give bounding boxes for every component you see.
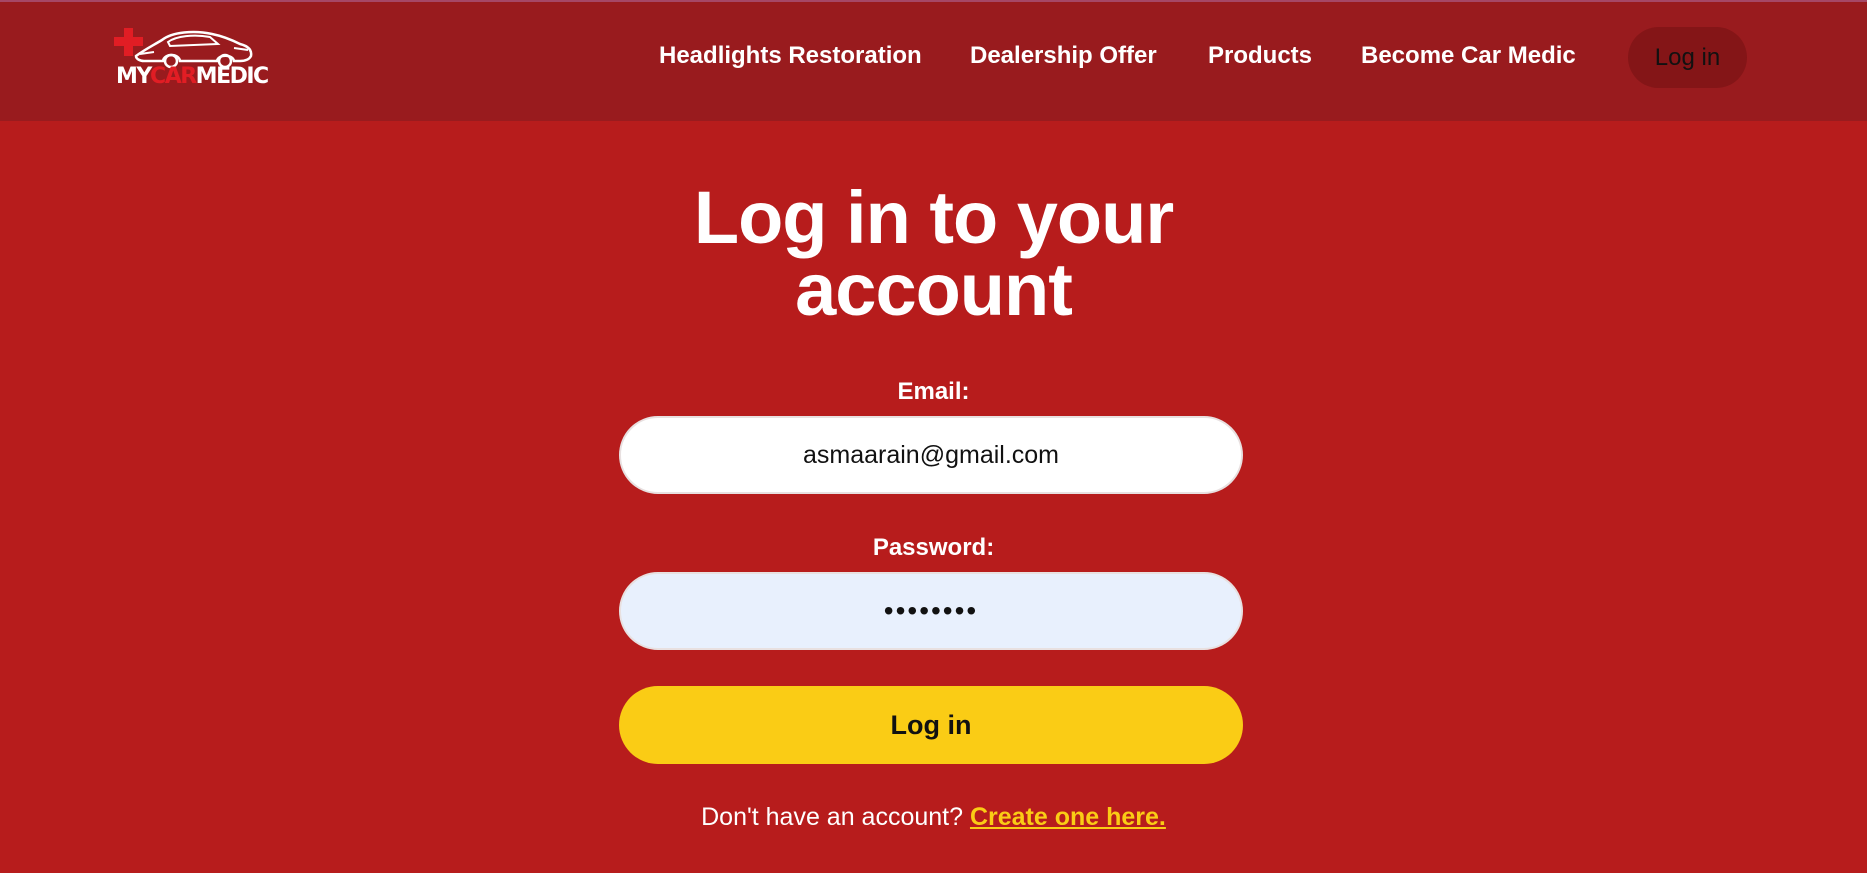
page-title: Log in to your account	[0, 176, 1867, 331]
nav-headlights-restoration[interactable]: Headlights Restoration	[659, 42, 922, 70]
logo-text-car: CAR	[150, 64, 197, 89]
top-navigation-bar: MYCARMEDIC Headlights Restoration Dealer…	[0, 0, 1867, 121]
header-login-button[interactable]: Log in	[1628, 27, 1747, 88]
signup-prompt: Don't have an account? Create one here.	[0, 803, 1867, 832]
email-label: Email:	[897, 378, 970, 405]
email-field[interactable]: asmaarain@gmail.com	[619, 416, 1243, 494]
nav-products[interactable]: Products	[1208, 42, 1312, 70]
page-title-line-2: account	[795, 248, 1073, 331]
logo-text-medic: MEDIC	[195, 64, 270, 89]
login-submit-button[interactable]: Log in	[619, 686, 1243, 764]
page-title-line-1: Log in to your	[693, 176, 1174, 259]
site-logo[interactable]: MYCARMEDIC	[114, 26, 269, 92]
email-value: asmaarain@gmail.com	[802, 440, 1060, 469]
password-label: Password:	[872, 534, 995, 561]
password-value: ••••••••	[883, 595, 979, 626]
create-account-link[interactable]: Create one here.	[970, 803, 1166, 831]
logo-text-my: MY	[116, 64, 152, 89]
nav-become-car-medic[interactable]: Become Car Medic	[1361, 42, 1576, 70]
password-field[interactable]: ••••••••	[619, 572, 1243, 650]
nav-dealership-offer[interactable]: Dealership Offer	[970, 42, 1157, 70]
signup-text: Don't have an account?	[701, 803, 970, 831]
logo-wordmark: MYCARMEDIC	[116, 64, 270, 89]
